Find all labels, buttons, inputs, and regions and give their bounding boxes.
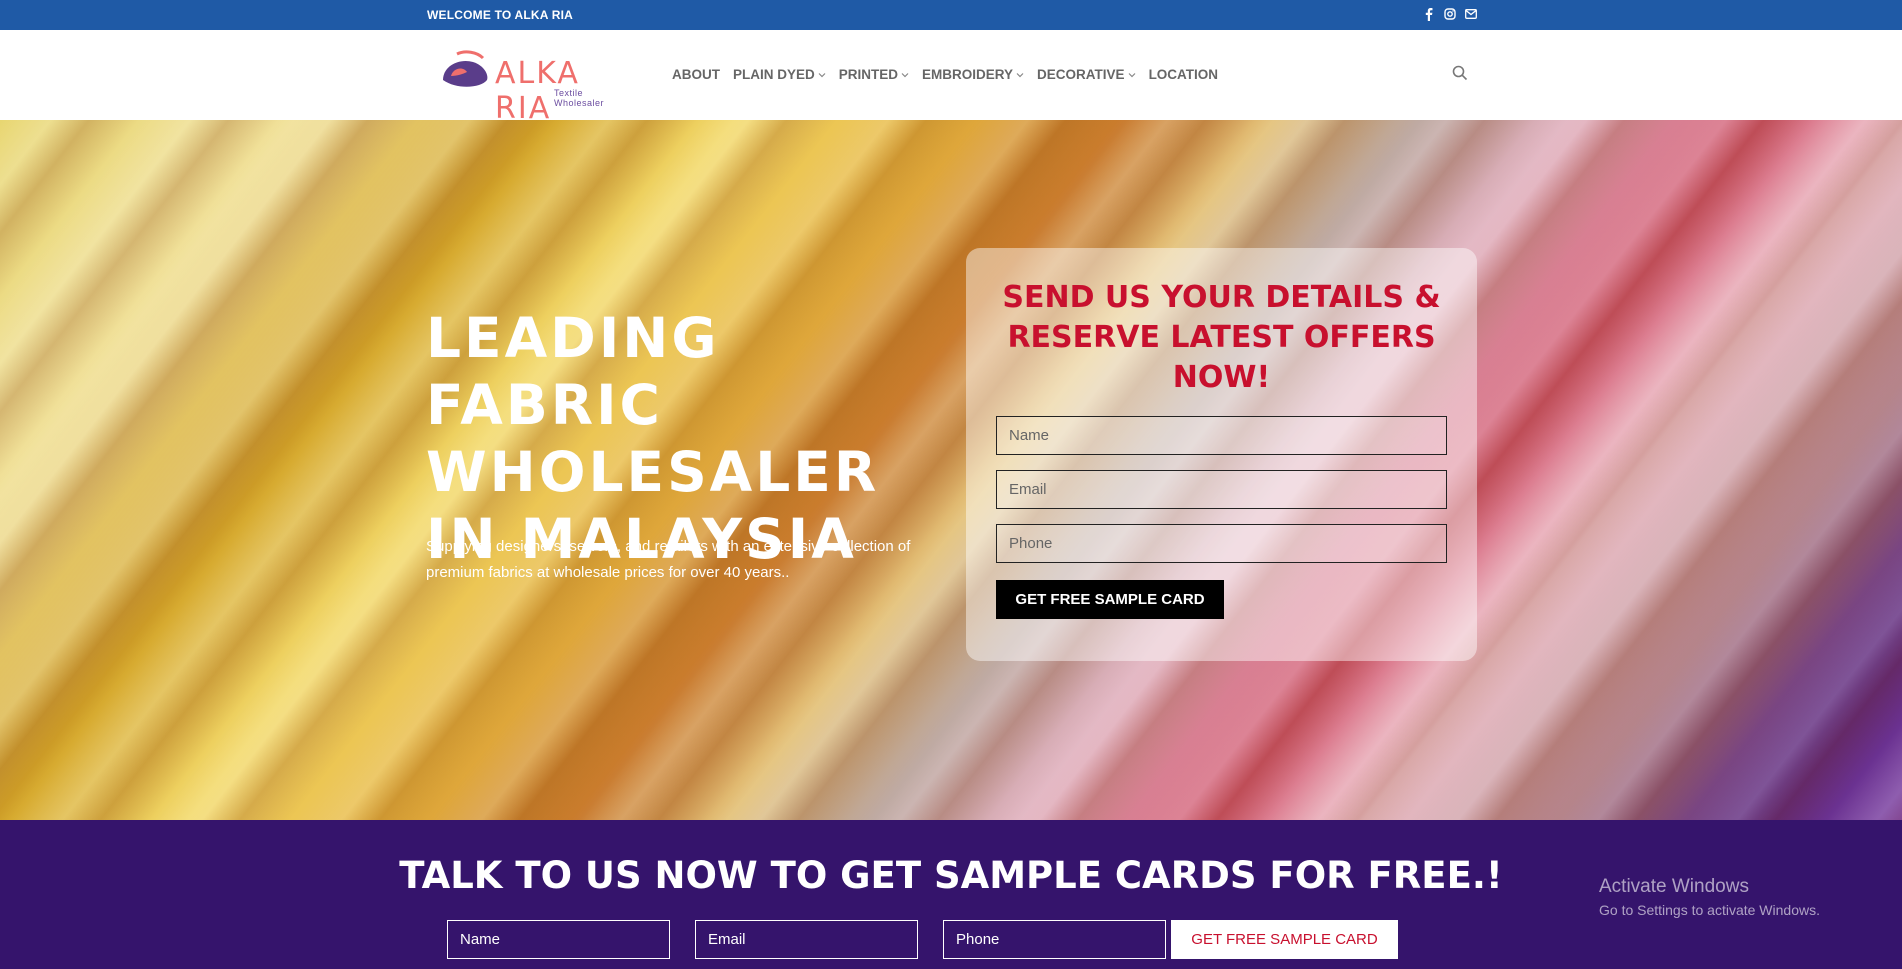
offer-form-card: SEND US YOUR DETAILS & RESERVE LATEST OF… (966, 248, 1477, 661)
logo-tagline: Textile Wholesaler (554, 88, 605, 108)
nav-item-label: PLAIN DYED (733, 67, 815, 82)
site-header: ALKA RIA Textile Wholesaler ABOUT PLAIN … (0, 30, 1902, 126)
phone-input[interactable] (996, 524, 1447, 563)
get-sample-card-button[interactable]: GET FREE SAMPLE CARD (996, 580, 1224, 619)
site-logo[interactable]: ALKA RIA Textile Wholesaler (437, 50, 633, 126)
name-input[interactable] (996, 416, 1447, 455)
offer-form-title: SEND US YOUR DETAILS & RESERVE LATEST OF… (1002, 280, 1441, 395)
nav-item-label: LOCATION (1148, 67, 1219, 82)
chevron-down-icon (818, 72, 826, 77)
nav-item-printed[interactable]: PRINTED (839, 67, 909, 82)
main-nav: ABOUT PLAIN DYED PRINTED EMBROIDERY DECO… (672, 67, 1231, 82)
hero-section: LEADING FABRIC WHOLESALER IN MALAYSIA Su… (0, 120, 1902, 820)
chevron-down-icon (901, 72, 909, 77)
watermark-line1: Activate Windows (1599, 876, 1749, 897)
nav-item-plain-dyed[interactable]: PLAIN DYED (733, 67, 826, 82)
logo-mark-icon (443, 50, 488, 87)
email-icon[interactable] (1464, 7, 1477, 21)
hero-fabric-background (0, 120, 1902, 820)
band-name-input[interactable] (447, 920, 670, 959)
chevron-down-icon (1016, 72, 1024, 77)
search-button[interactable] (1452, 65, 1470, 83)
nav-item-label: PRINTED (838, 67, 899, 82)
hero-title: LEADING FABRIC WHOLESALER IN MALAYSIA (426, 306, 880, 571)
chevron-down-icon (1128, 72, 1135, 77)
welcome-text: WELCOME TO ALKA RIA (427, 8, 574, 22)
nav-item-label: ABOUT (672, 67, 720, 82)
email-input[interactable] (996, 470, 1447, 509)
nav-item-decorative[interactable]: DECORATIVE (1037, 67, 1136, 82)
nav-item-label: EMBROIDERY (922, 67, 1014, 82)
band-email-input[interactable] (695, 920, 918, 959)
nav-item-location[interactable]: LOCATION (1149, 67, 1219, 82)
top-bar: WELCOME TO ALKA RIA (0, 0, 1902, 30)
search-icon (1452, 65, 1468, 81)
instagram-icon[interactable] (1443, 7, 1456, 21)
windows-activation-watermark: Activate Windows Go to Settings to activ… (1599, 876, 1820, 918)
social-links (1422, 7, 1477, 21)
hero-subtitle: Supplying designers, sewers, and retaile… (426, 538, 911, 581)
nav-item-embroidery[interactable]: EMBROIDERY (922, 67, 1024, 82)
nav-item-about[interactable]: ABOUT (672, 67, 720, 82)
band-get-sample-card-button[interactable]: GET FREE SAMPLE CARD (1171, 920, 1398, 959)
nav-item-label: DECORATIVE (1037, 67, 1125, 82)
facebook-icon[interactable] (1422, 7, 1435, 21)
watermark-line2: Go to Settings to activate Windows. (1599, 902, 1820, 918)
band-phone-input[interactable] (943, 920, 1166, 959)
